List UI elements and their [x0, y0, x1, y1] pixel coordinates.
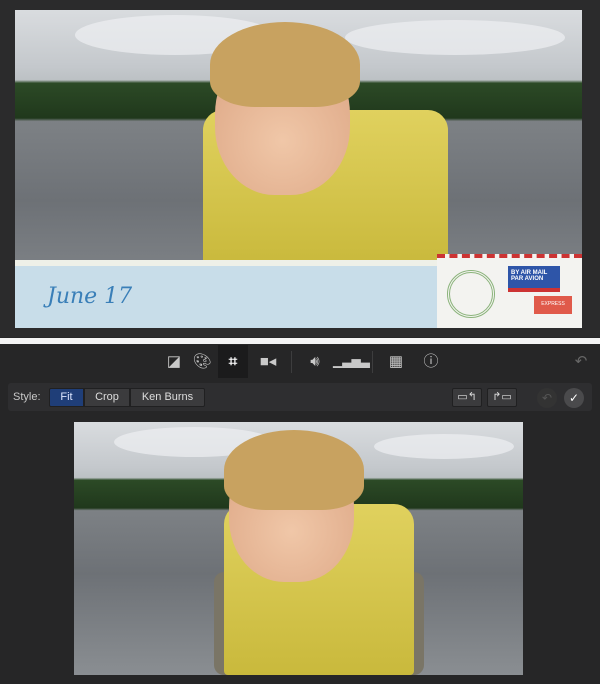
- style-label: Style:: [13, 391, 41, 403]
- style-ken-burns-button[interactable]: Ken Burns: [130, 388, 205, 407]
- title-card: June 17: [15, 260, 440, 328]
- adjustment-toolbar: ◪ 🎨︎ ⌗ ■◂ 🔊︎ ▁▃▅▃ ▦ ⓘ ↶: [0, 345, 600, 378]
- color-balance-icon[interactable]: ◪: [159, 345, 189, 378]
- postmark-icon: [447, 270, 495, 318]
- stabilization-icon[interactable]: ■◂: [253, 345, 283, 378]
- divider: [372, 351, 373, 373]
- clip-filter-icon[interactable]: ▦: [381, 345, 411, 378]
- express-stamp: EXPRESS: [534, 296, 572, 314]
- style-fit-button[interactable]: Fit: [49, 388, 84, 407]
- video-preview: June 17 BY AIR MAIL PAR AVION EXPRESS: [15, 10, 582, 328]
- airmail-stamp: BY AIR MAIL PAR AVION: [508, 266, 560, 292]
- crop-canvas[interactable]: [74, 422, 523, 675]
- info-icon[interactable]: ⓘ: [416, 345, 446, 378]
- style-row: Style: Fit Crop Ken Burns ▭↰ ↱▭ ↶ ✓: [8, 383, 592, 411]
- equalizer-icon[interactable]: ▁▃▅▃: [333, 345, 370, 378]
- reset-all-icon[interactable]: ↶: [566, 345, 596, 378]
- color-correction-icon[interactable]: 🎨︎: [187, 345, 217, 378]
- airmail-envelope: BY AIR MAIL PAR AVION EXPRESS: [437, 254, 582, 328]
- volume-icon[interactable]: 🔊︎: [300, 345, 330, 378]
- title-card-date: June 17: [47, 284, 133, 309]
- reset-crop-button[interactable]: ↶: [537, 388, 557, 408]
- crop-icon[interactable]: ⌗: [218, 345, 248, 378]
- rotate-right-button[interactable]: ↱▭: [487, 388, 517, 407]
- divider: [291, 351, 292, 373]
- divider: [0, 338, 600, 344]
- apply-checkmark-button[interactable]: ✓: [564, 388, 584, 408]
- viewer-area: June 17 BY AIR MAIL PAR AVION EXPRESS: [0, 0, 600, 337]
- rotate-left-button[interactable]: ▭↰: [452, 388, 482, 407]
- style-crop-button[interactable]: Crop: [84, 388, 130, 407]
